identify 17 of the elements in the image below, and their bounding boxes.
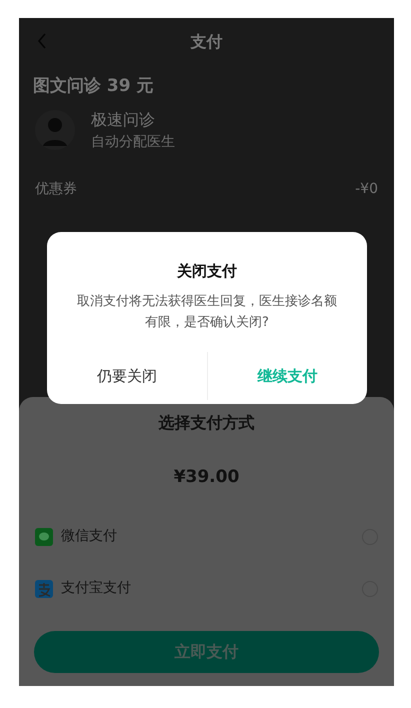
coupon-label: 优惠券	[35, 180, 77, 198]
page-title: 支付	[190, 31, 222, 53]
pay-button[interactable]: 立即支付	[34, 630, 379, 672]
service-name: 极速问诊	[91, 108, 156, 130]
sheet-title: 选择支付方式	[158, 412, 254, 434]
payment-option-label[interactable]: 支付宝支付	[61, 578, 362, 599]
dialog-message: 取消支付将无法获得医生回复，医生接诊名额有限，是否确认关闭?	[76, 292, 338, 332]
close-button[interactable]: 仍要关闭	[47, 352, 206, 400]
continue-button[interactable]: 继续支付	[206, 352, 367, 400]
coupon-value: -¥0	[355, 180, 378, 198]
service-title: 图文问诊 39 元	[32, 75, 154, 98]
payment-option-label[interactable]: 微信支付	[61, 526, 362, 547]
dialog-title: 关闭支付	[176, 261, 238, 282]
chat-bubble-icon	[35, 528, 53, 546]
payment-logo-icon	[35, 580, 53, 598]
service-subtitle: 自动分配医生	[91, 132, 175, 152]
amount: ¥39.00	[174, 466, 240, 489]
